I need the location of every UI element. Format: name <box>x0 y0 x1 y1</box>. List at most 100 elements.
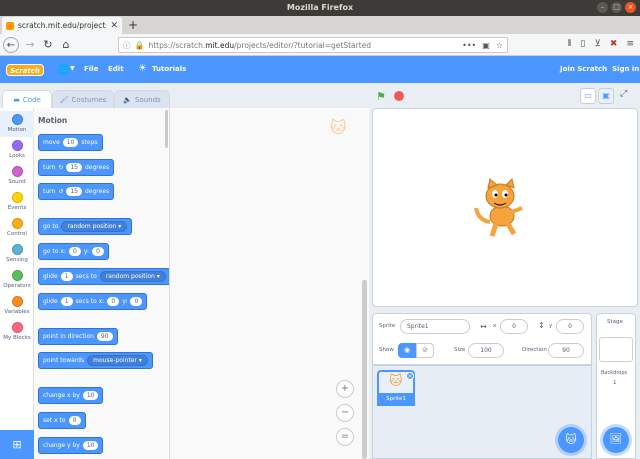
category-sound[interactable]: Sound <box>0 163 34 185</box>
puzzle-icon[interactable]: ✖ <box>610 39 618 49</box>
x-input[interactable]: 0 <box>107 297 120 306</box>
category-events[interactable]: Events <box>0 189 34 211</box>
y-amount-input[interactable]: 10 <box>82 441 99 450</box>
category-motion[interactable]: Motion <box>0 111 34 137</box>
sidebar-icon[interactable]: ▯ <box>580 39 585 49</box>
x-input[interactable]: 0 <box>68 247 81 256</box>
y-field[interactable]: 0 <box>556 319 584 334</box>
turn-left-block[interactable]: turn ↺ 15 degrees <box>38 183 115 200</box>
maximize-button[interactable]: □ <box>611 2 622 13</box>
tutorials-lightbulb-icon[interactable]: ☀ <box>138 63 147 74</box>
close-window-button[interactable]: × <box>625 2 636 13</box>
tab-title: scratch.mit.edu/projects <box>18 21 107 30</box>
extension-icon[interactable]: ⊻ <box>594 39 601 49</box>
script-scrollbar[interactable] <box>362 280 367 459</box>
category-my-blocks[interactable]: My Blocks <box>0 319 34 341</box>
tutorials-menu[interactable]: Tutorials <box>152 65 186 73</box>
tab-sounds[interactable]: 🔈 Sounds <box>114 90 170 108</box>
glide-to-block[interactable]: glide 1 secs to random position ▾ <box>38 268 169 285</box>
tab-code[interactable]: ▬ Code <box>2 90 52 108</box>
change-x-block[interactable]: change x by 10 <box>38 387 104 404</box>
sprite-tile-label: Sprite1 <box>377 393 415 406</box>
sprite-name-field[interactable]: Sprite1 <box>400 319 470 334</box>
bookmark-star-icon[interactable]: ☆ <box>496 41 503 50</box>
show-visible-eye-icon[interactable]: ◉ <box>398 343 416 358</box>
point-towards-block[interactable]: point towards mouse-pointer ▾ <box>38 352 153 369</box>
direction-field[interactable]: 90 <box>548 343 584 358</box>
small-stage-button[interactable]: ▭ <box>580 88 596 104</box>
go-to-block[interactable]: go to random position ▾ <box>38 218 133 235</box>
code-icon: ▬ <box>13 95 20 104</box>
sign-in-link[interactable]: Sign in <box>612 65 639 73</box>
x-field[interactable]: 0 <box>500 319 528 334</box>
secs-input[interactable]: 1 <box>60 272 73 281</box>
size-field[interactable]: 100 <box>468 343 504 358</box>
language-globe-icon[interactable]: 🌐 <box>57 63 71 76</box>
tab-close-icon[interactable]: ✕ <box>110 21 118 31</box>
move-steps-block[interactable]: move 10 steps <box>38 134 103 151</box>
chevron-down-icon[interactable]: ▼ <box>70 65 75 72</box>
file-menu[interactable]: File <box>84 65 98 73</box>
category-operators[interactable]: Operators <box>0 267 34 289</box>
zoom-in-button[interactable]: + <box>336 380 354 398</box>
stage-thumbnail[interactable] <box>599 337 633 362</box>
reload-button[interactable]: ↻ <box>40 37 56 53</box>
address-bar[interactable]: ⓘ 🔒 https://scratch.mit.edu/projects/edi… <box>118 37 508 53</box>
steps-input[interactable]: 10 <box>62 138 79 147</box>
info-icon[interactable]: ⓘ <box>123 40 131 51</box>
edit-menu[interactable]: Edit <box>108 65 124 73</box>
hide-eye-icon[interactable]: ⊘ <box>416 343 434 358</box>
secs-input[interactable]: 1 <box>60 297 73 306</box>
tab-costumes[interactable]: 🖌 Costumes <box>52 90 114 108</box>
url-text: https://scratch.mit.edu/projects/editor/… <box>148 40 372 50</box>
window-title-bar: Mozilla Firefox <box>0 0 640 16</box>
join-scratch-link[interactable]: Join Scratch <box>560 65 607 73</box>
target-dropdown[interactable]: random position ▾ <box>99 271 166 282</box>
category-control[interactable]: Control <box>0 215 34 237</box>
page-actions-menu-icon[interactable]: ••• <box>462 41 476 50</box>
x-value-input[interactable]: 0 <box>68 416 81 425</box>
zoom-reset-button[interactable]: = <box>336 428 354 446</box>
category-sensing[interactable]: Sensing <box>0 241 34 263</box>
home-button[interactable]: ⌂ <box>58 37 74 53</box>
add-extension-button[interactable]: ⊞ <box>0 430 34 459</box>
new-tab-button[interactable]: + <box>126 17 140 33</box>
cat-sprite-image[interactable] <box>472 178 524 238</box>
change-y-block[interactable]: change y by 10 <box>38 437 104 454</box>
degrees-input[interactable]: 15 <box>66 187 82 196</box>
point-in-direction-block[interactable]: point in direction 90 <box>38 328 118 345</box>
category-looks[interactable]: Looks <box>0 137 34 159</box>
green-flag-icon[interactable]: ⚑ <box>376 90 386 103</box>
stop-icon[interactable] <box>394 91 404 101</box>
toolbar-icons: ⫴ ▯ ⊻ ✖ ≡ <box>568 39 634 49</box>
minimize-button[interactable]: – <box>597 2 608 13</box>
choose-backdrop-button[interactable]: 🖼 <box>603 427 629 453</box>
x-amount-input[interactable]: 10 <box>82 391 99 400</box>
target-dropdown[interactable]: random position ▾ <box>61 221 128 232</box>
degrees-input[interactable]: 15 <box>66 163 82 172</box>
y-input[interactable]: 0 <box>92 247 105 256</box>
browser-tab[interactable]: scratch.mit.edu/projects ✕ <box>2 17 122 34</box>
hamburger-menu-icon[interactable]: ≡ <box>626 39 634 49</box>
delete-sprite-icon[interactable]: × <box>406 372 414 380</box>
library-icon[interactable]: ⫴ <box>568 39 572 49</box>
normal-stage-button[interactable]: ▣ <box>598 88 614 104</box>
set-x-block[interactable]: set x to 0 <box>38 412 86 429</box>
fullscreen-icon[interactable]: ⤢ <box>620 89 627 99</box>
forward-button[interactable]: → <box>22 37 38 53</box>
zoom-out-button[interactable]: − <box>336 404 354 422</box>
direction-input[interactable]: 90 <box>96 332 113 341</box>
pocket-icon[interactable]: ▣ <box>482 41 490 50</box>
palette-scrollbar[interactable] <box>165 110 168 148</box>
y-input[interactable]: 0 <box>130 297 143 306</box>
choose-sprite-button[interactable]: 🐱 <box>558 427 584 453</box>
category-variables[interactable]: Variables <box>0 293 34 315</box>
glide-to-xy-block[interactable]: glide 1 secs to x: 0 y: 0 <box>38 293 148 310</box>
scratch-logo[interactable]: Scratch <box>6 64 44 76</box>
go-to-xy-block[interactable]: go to x: 0 y: 0 <box>38 243 110 260</box>
turn-right-block[interactable]: turn ↻ 15 degrees <box>38 159 115 176</box>
back-button[interactable]: ← <box>3 37 19 53</box>
towards-dropdown[interactable]: mouse-pointer ▾ <box>87 355 148 366</box>
sprite-watermark-icon: 🐱 <box>330 118 347 137</box>
y-label: y <box>549 323 553 329</box>
